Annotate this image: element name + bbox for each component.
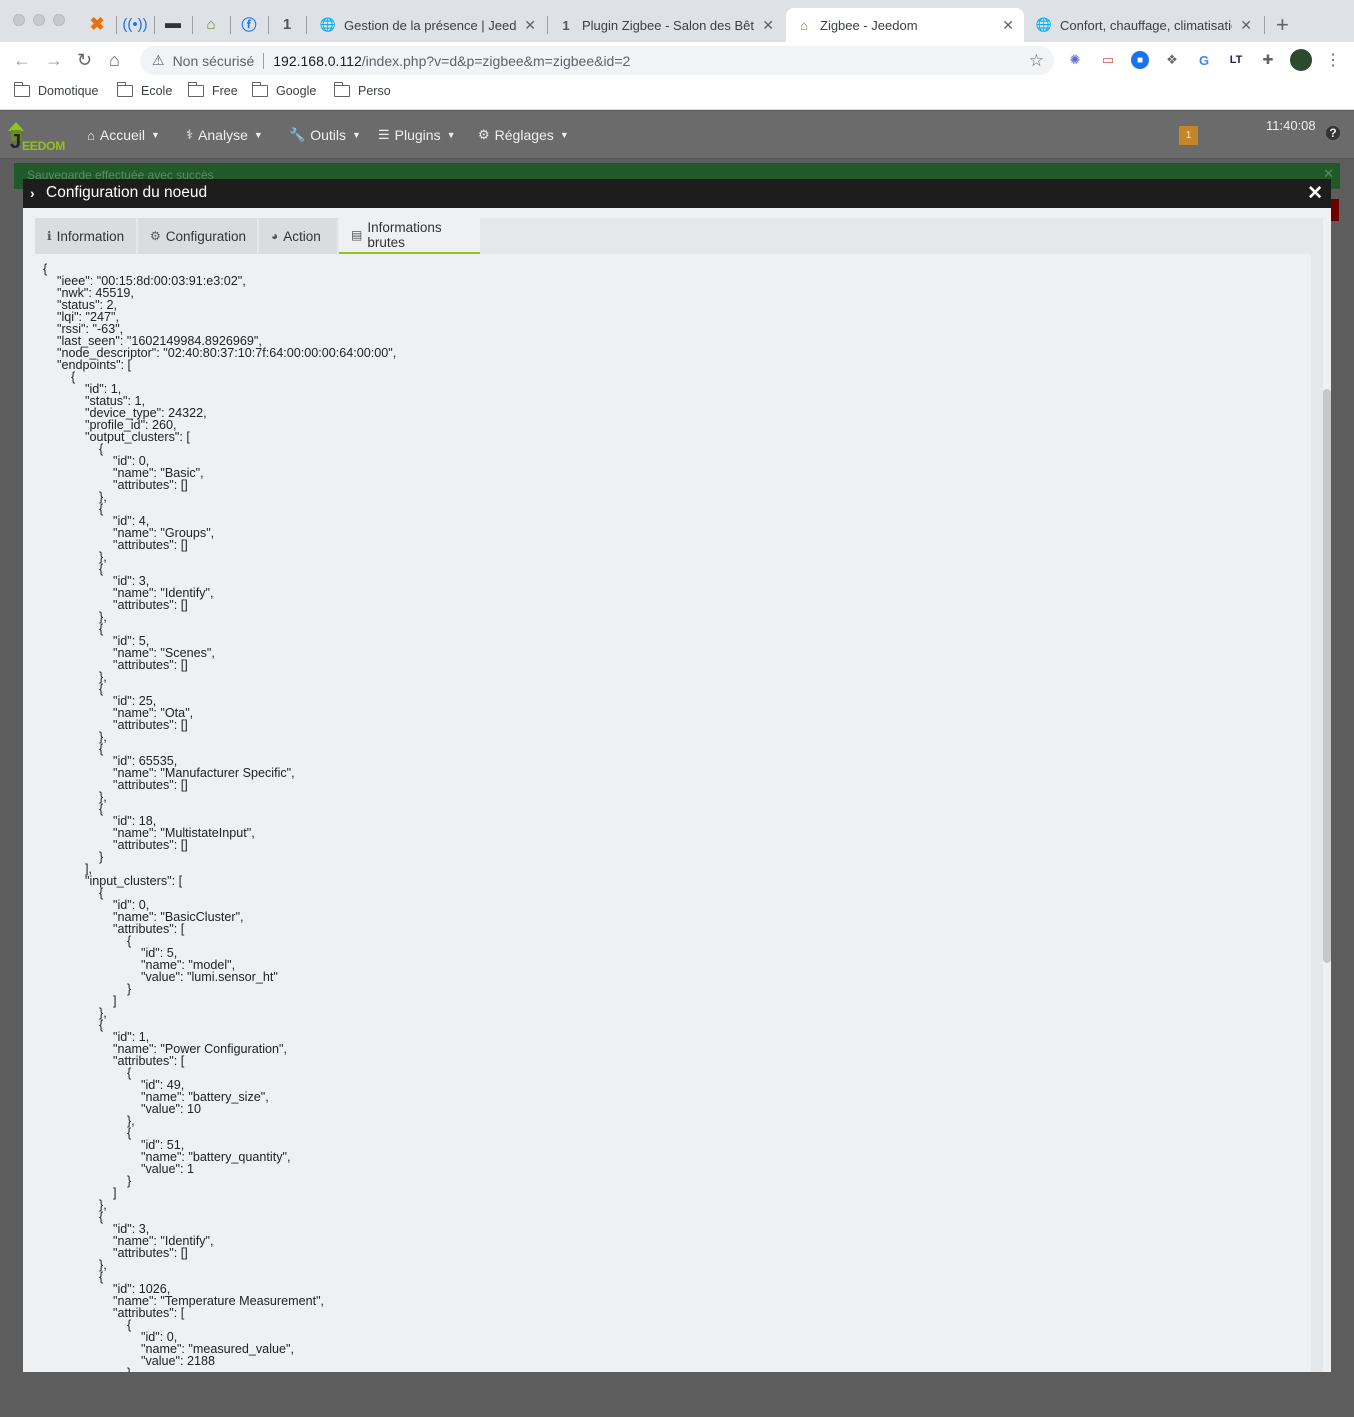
profile-avatar[interactable]	[1290, 49, 1312, 71]
folder-icon	[116, 82, 133, 97]
raw-json-panel[interactable]: { "ieee": "00:15:8d:00:03:91:e3:02", "nw…	[35, 254, 1311, 1372]
new-tab-button[interactable]: +	[1276, 12, 1289, 38]
gear-icon: ⚙	[478, 127, 490, 142]
globe-icon: 🌐	[1035, 17, 1053, 32]
window-minimize-button[interactable]	[33, 14, 45, 26]
modal-bottom-backdrop	[23, 1372, 1331, 1417]
bookmark-folder-domotique[interactable]: Domotique	[13, 82, 98, 98]
modal-title: Configuration du noeud	[46, 184, 208, 201]
tab-informations-brutes[interactable]: ▤ Informations brutes	[339, 218, 480, 254]
folder-icon	[187, 82, 204, 97]
tasks-icon: ☰	[378, 127, 390, 142]
security-label[interactable]: Non sécurisé	[173, 53, 255, 69]
reload-button[interactable]: ↻	[77, 50, 92, 71]
back-button[interactable]: ←	[13, 50, 31, 71]
extension-languagetool-icon[interactable]: LT	[1227, 51, 1245, 69]
close-icon[interactable]: ✕	[762, 17, 774, 34]
warning-icon[interactable]: ⚠	[152, 52, 165, 69]
jeedom-logo[interactable]: J EEDOM	[6, 119, 70, 153]
browser-menu-icon[interactable]: ⋮	[1324, 51, 1342, 69]
bookmark-folder-google[interactable]: Google	[251, 82, 316, 98]
forward-button[interactable]: →	[45, 50, 63, 71]
extension-translate-icon[interactable]: G	[1195, 51, 1213, 69]
scrollbar-thumb[interactable]	[1323, 389, 1331, 963]
pinned-tab-car-icon[interactable]: ▬	[159, 10, 187, 38]
browser-tab-plugin-zigbee[interactable]: 1 Plugin Zigbee - Salon des Bêta ✕	[548, 8, 784, 42]
pinned-tab-jeedom-icon[interactable]: ⌂	[197, 10, 225, 38]
home-icon: ⌂	[87, 127, 95, 143]
pinned-tab-facebook-icon[interactable]: ⓕ	[235, 10, 263, 38]
stethoscope-icon: ⚕	[186, 127, 194, 142]
caret-down-icon: ▼	[151, 130, 160, 140]
raw-json-text: { "ieee": "00:15:8d:00:03:91:e3:02", "nw…	[43, 262, 397, 1372]
close-icon[interactable]: ✕	[1240, 17, 1252, 34]
list-icon: ▤	[351, 228, 363, 242]
folder-icon	[13, 82, 30, 97]
globe-icon: 🌐	[319, 17, 337, 32]
extension-bitwarden-icon[interactable]: ■	[1131, 51, 1149, 69]
modal-tabs: ℹ Information ⚙ Configuration ◕ Action ▤ Inf…	[35, 218, 1323, 254]
extension-dropbox-icon[interactable]: ❖	[1163, 51, 1181, 69]
gear-icon: ⚙	[150, 229, 161, 243]
browser-toolbar: ← → ↻ ⌂ ⚠ Non sécurisé 192.168.0.112/ind…	[0, 42, 1354, 78]
bookmark-folder-free[interactable]: Free	[187, 82, 238, 98]
url-host: 192.168.0.112	[273, 52, 362, 69]
window-close-button[interactable]	[13, 14, 25, 26]
browser-tab-zigbee-jeedom[interactable]: ⌂ Zigbee - Jeedom ✕	[786, 8, 1024, 42]
clock: 11:40:08	[1266, 118, 1316, 133]
pinned-tab-one-icon[interactable]: 1	[273, 10, 301, 38]
caret-down-icon: ▼	[253, 130, 263, 140]
notification-badge[interactable]: 1	[1179, 126, 1198, 145]
one-icon: 1	[562, 17, 570, 33]
menu-plugins[interactable]: ☰ Plugins ▼	[378, 127, 456, 143]
bookmark-folder-ecole[interactable]: Ecole	[116, 82, 172, 98]
caret-down-icon: ▼	[446, 130, 456, 140]
extensions-puzzle-icon[interactable]: ✚	[1259, 51, 1277, 69]
bookmark-star-icon[interactable]: ☆	[1029, 51, 1044, 71]
menu-outils[interactable]: 🔧 Outils ▼	[289, 127, 361, 143]
browser-tab-presence[interactable]: 🌐 Gestion de la présence | Jeedo ✕	[310, 8, 546, 42]
tab-configuration[interactable]: ⚙ Configuration	[138, 218, 257, 254]
tab-action[interactable]: ◕ Action	[259, 218, 337, 254]
wrench-icon: 🔧	[289, 127, 306, 142]
node-config-modal: › Configuration du noeud ✕ ℹ Information …	[23, 179, 1331, 1372]
tab-information[interactable]: ℹ Information	[35, 218, 136, 254]
extension-spinner-icon[interactable]: ✺	[1066, 51, 1084, 69]
window-maximize-button[interactable]	[53, 14, 65, 26]
modal-body: ℹ Information ⚙ Configuration ◕ Action ▤ Inf…	[35, 218, 1323, 1372]
home-button[interactable]: ⌂	[109, 50, 120, 71]
folder-icon	[333, 82, 350, 97]
folder-icon	[251, 82, 268, 97]
address-bar[interactable]: ⚠ Non sécurisé 192.168.0.112/index.php?v…	[140, 46, 1054, 75]
jeedom-navbar: J EEDOM ⌂ Accueil ▼ ⚕ Analyse ▼ 🔧 Outils ▼ ☰ Pl…	[0, 111, 1354, 159]
pinned-tab-x-icon[interactable]: ✖	[83, 10, 111, 38]
close-icon[interactable]: ✕	[524, 17, 536, 34]
dashboard-icon: ◕	[271, 229, 279, 243]
side-indicator	[1331, 199, 1339, 221]
browser-tab-confort[interactable]: 🌐 Confort, chauffage, climatisatio ✕	[1026, 8, 1262, 42]
menu-analyse[interactable]: ⚕ Analyse ▼	[186, 127, 263, 143]
browser-tab-bar: ✖ ((•)) ▬ ⌂ ⓕ 1 🌐 Gestion de la présence…	[0, 0, 1354, 42]
bookmark-folder-perso[interactable]: Perso	[333, 82, 391, 98]
info-icon: ℹ	[47, 229, 52, 243]
extension-cast-icon[interactable]: ▭	[1099, 51, 1117, 69]
jeedom-icon: ⌂	[800, 17, 808, 33]
help-icon[interactable]: ?	[1326, 126, 1340, 140]
bookmarks-bar: Domotique Ecole Free Google Perso	[0, 78, 1354, 110]
menu-accueil[interactable]: ⌂ Accueil ▼	[87, 127, 160, 143]
chevron-right-icon: ›	[30, 185, 35, 201]
caret-down-icon: ▼	[351, 130, 361, 140]
close-icon[interactable]: ✕	[1002, 17, 1014, 34]
menu-reglages[interactable]: ⚙ Réglages ▼	[478, 127, 569, 143]
modal-header[interactable]: › Configuration du noeud ✕	[23, 179, 1331, 208]
pinned-tab-radio-icon[interactable]: ((•))	[121, 10, 149, 38]
caret-down-icon: ▼	[559, 130, 569, 140]
close-icon[interactable]: ✕	[1307, 182, 1323, 205]
url-path: /index.php?v=d&p=zigbee&m=zigbee&id=2	[361, 52, 631, 69]
